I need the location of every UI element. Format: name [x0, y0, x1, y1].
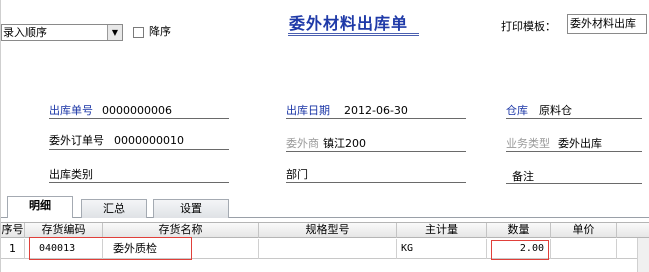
- tab-settings[interactable]: 设置: [153, 199, 229, 218]
- page-title: 委外材料出库单: [289, 14, 409, 33]
- order-no-label: 委外订单号: [49, 134, 104, 147]
- dept-label: 部门: [286, 168, 308, 181]
- vendor-label: 委外商: [286, 137, 319, 150]
- col-header-price[interactable]: 单价: [551, 223, 617, 238]
- col-header-name[interactable]: 存货名称: [103, 223, 259, 238]
- table-row[interactable]: 1 040013 委外质检 KG 2.00: [1, 239, 649, 259]
- vendor-value[interactable]: 镇江200: [323, 137, 366, 151]
- chevron-down-icon[interactable]: ▼: [107, 25, 122, 40]
- biz-type-label: 业务类型: [506, 137, 550, 150]
- remark-underline[interactable]: [506, 183, 642, 184]
- out-date-value[interactable]: 2012-06-30: [344, 104, 408, 118]
- out-no-value[interactable]: 0000000006: [102, 104, 172, 118]
- cell-code[interactable]: 040013: [25, 239, 103, 259]
- grid-header: 序号 存货编码 存货名称 规格型号 主计量 数量 单价: [1, 222, 649, 238]
- out-no-underline: [49, 118, 229, 119]
- grid-scrollbar[interactable]: [637, 238, 649, 272]
- biz-type-value[interactable]: 委外出库: [558, 137, 602, 151]
- col-header-code[interactable]: 存货编码: [25, 223, 103, 238]
- cell-qty[interactable]: 2.00: [487, 239, 551, 259]
- detail-grid: 序号 存货编码 存货名称 规格型号 主计量 数量 单价 1 040013 委外质…: [1, 222, 649, 272]
- title-underline: [288, 33, 419, 34]
- vendor-underline: [286, 151, 466, 152]
- out-type-label: 出库类别: [49, 168, 93, 181]
- print-template-label: 打印模板：: [501, 20, 556, 33]
- sort-order-select[interactable]: 录入顺序 ▼: [1, 24, 123, 41]
- col-header-unit[interactable]: 主计量: [397, 223, 487, 238]
- sort-order-value: 录入顺序: [3, 26, 47, 39]
- remark-label: 备注: [512, 170, 534, 183]
- out-no-label: 出库单号: [49, 104, 93, 117]
- voucher-window: 录入顺序 ▼ 降序 委外材料出库单 打印模板： 委外材料出库 出库单号 0000…: [0, 0, 649, 272]
- cell-unit[interactable]: KG: [397, 239, 487, 259]
- col-header-extra: [617, 223, 649, 238]
- cell-price[interactable]: [551, 239, 617, 259]
- out-date-label: 出库日期: [286, 104, 330, 117]
- warehouse-value[interactable]: 原料仓: [539, 104, 572, 118]
- tab-summary[interactable]: 汇总: [81, 199, 147, 218]
- out-type-underline[interactable]: [49, 182, 229, 183]
- col-header-seq[interactable]: 序号: [1, 223, 25, 238]
- cell-spec[interactable]: [259, 239, 397, 259]
- warehouse-underline: [506, 118, 642, 119]
- title-underline-double: [288, 35, 419, 36]
- cell-seq: 1: [1, 239, 25, 259]
- descending-checkbox[interactable]: [133, 27, 144, 38]
- cell-name[interactable]: 委外质检: [103, 239, 259, 259]
- order-no-underline: [49, 149, 229, 150]
- biz-type-underline: [506, 151, 642, 152]
- dept-underline[interactable]: [286, 182, 466, 183]
- print-template-select[interactable]: 委外材料出库: [567, 14, 647, 34]
- col-header-qty[interactable]: 数量: [487, 223, 551, 238]
- col-header-spec[interactable]: 规格型号: [259, 223, 397, 238]
- tab-detail[interactable]: 明细: [7, 196, 73, 218]
- descending-label: 降序: [149, 25, 171, 38]
- warehouse-label: 仓库: [506, 104, 528, 117]
- order-no-value[interactable]: 0000000010: [114, 134, 184, 148]
- out-date-underline: [286, 118, 466, 119]
